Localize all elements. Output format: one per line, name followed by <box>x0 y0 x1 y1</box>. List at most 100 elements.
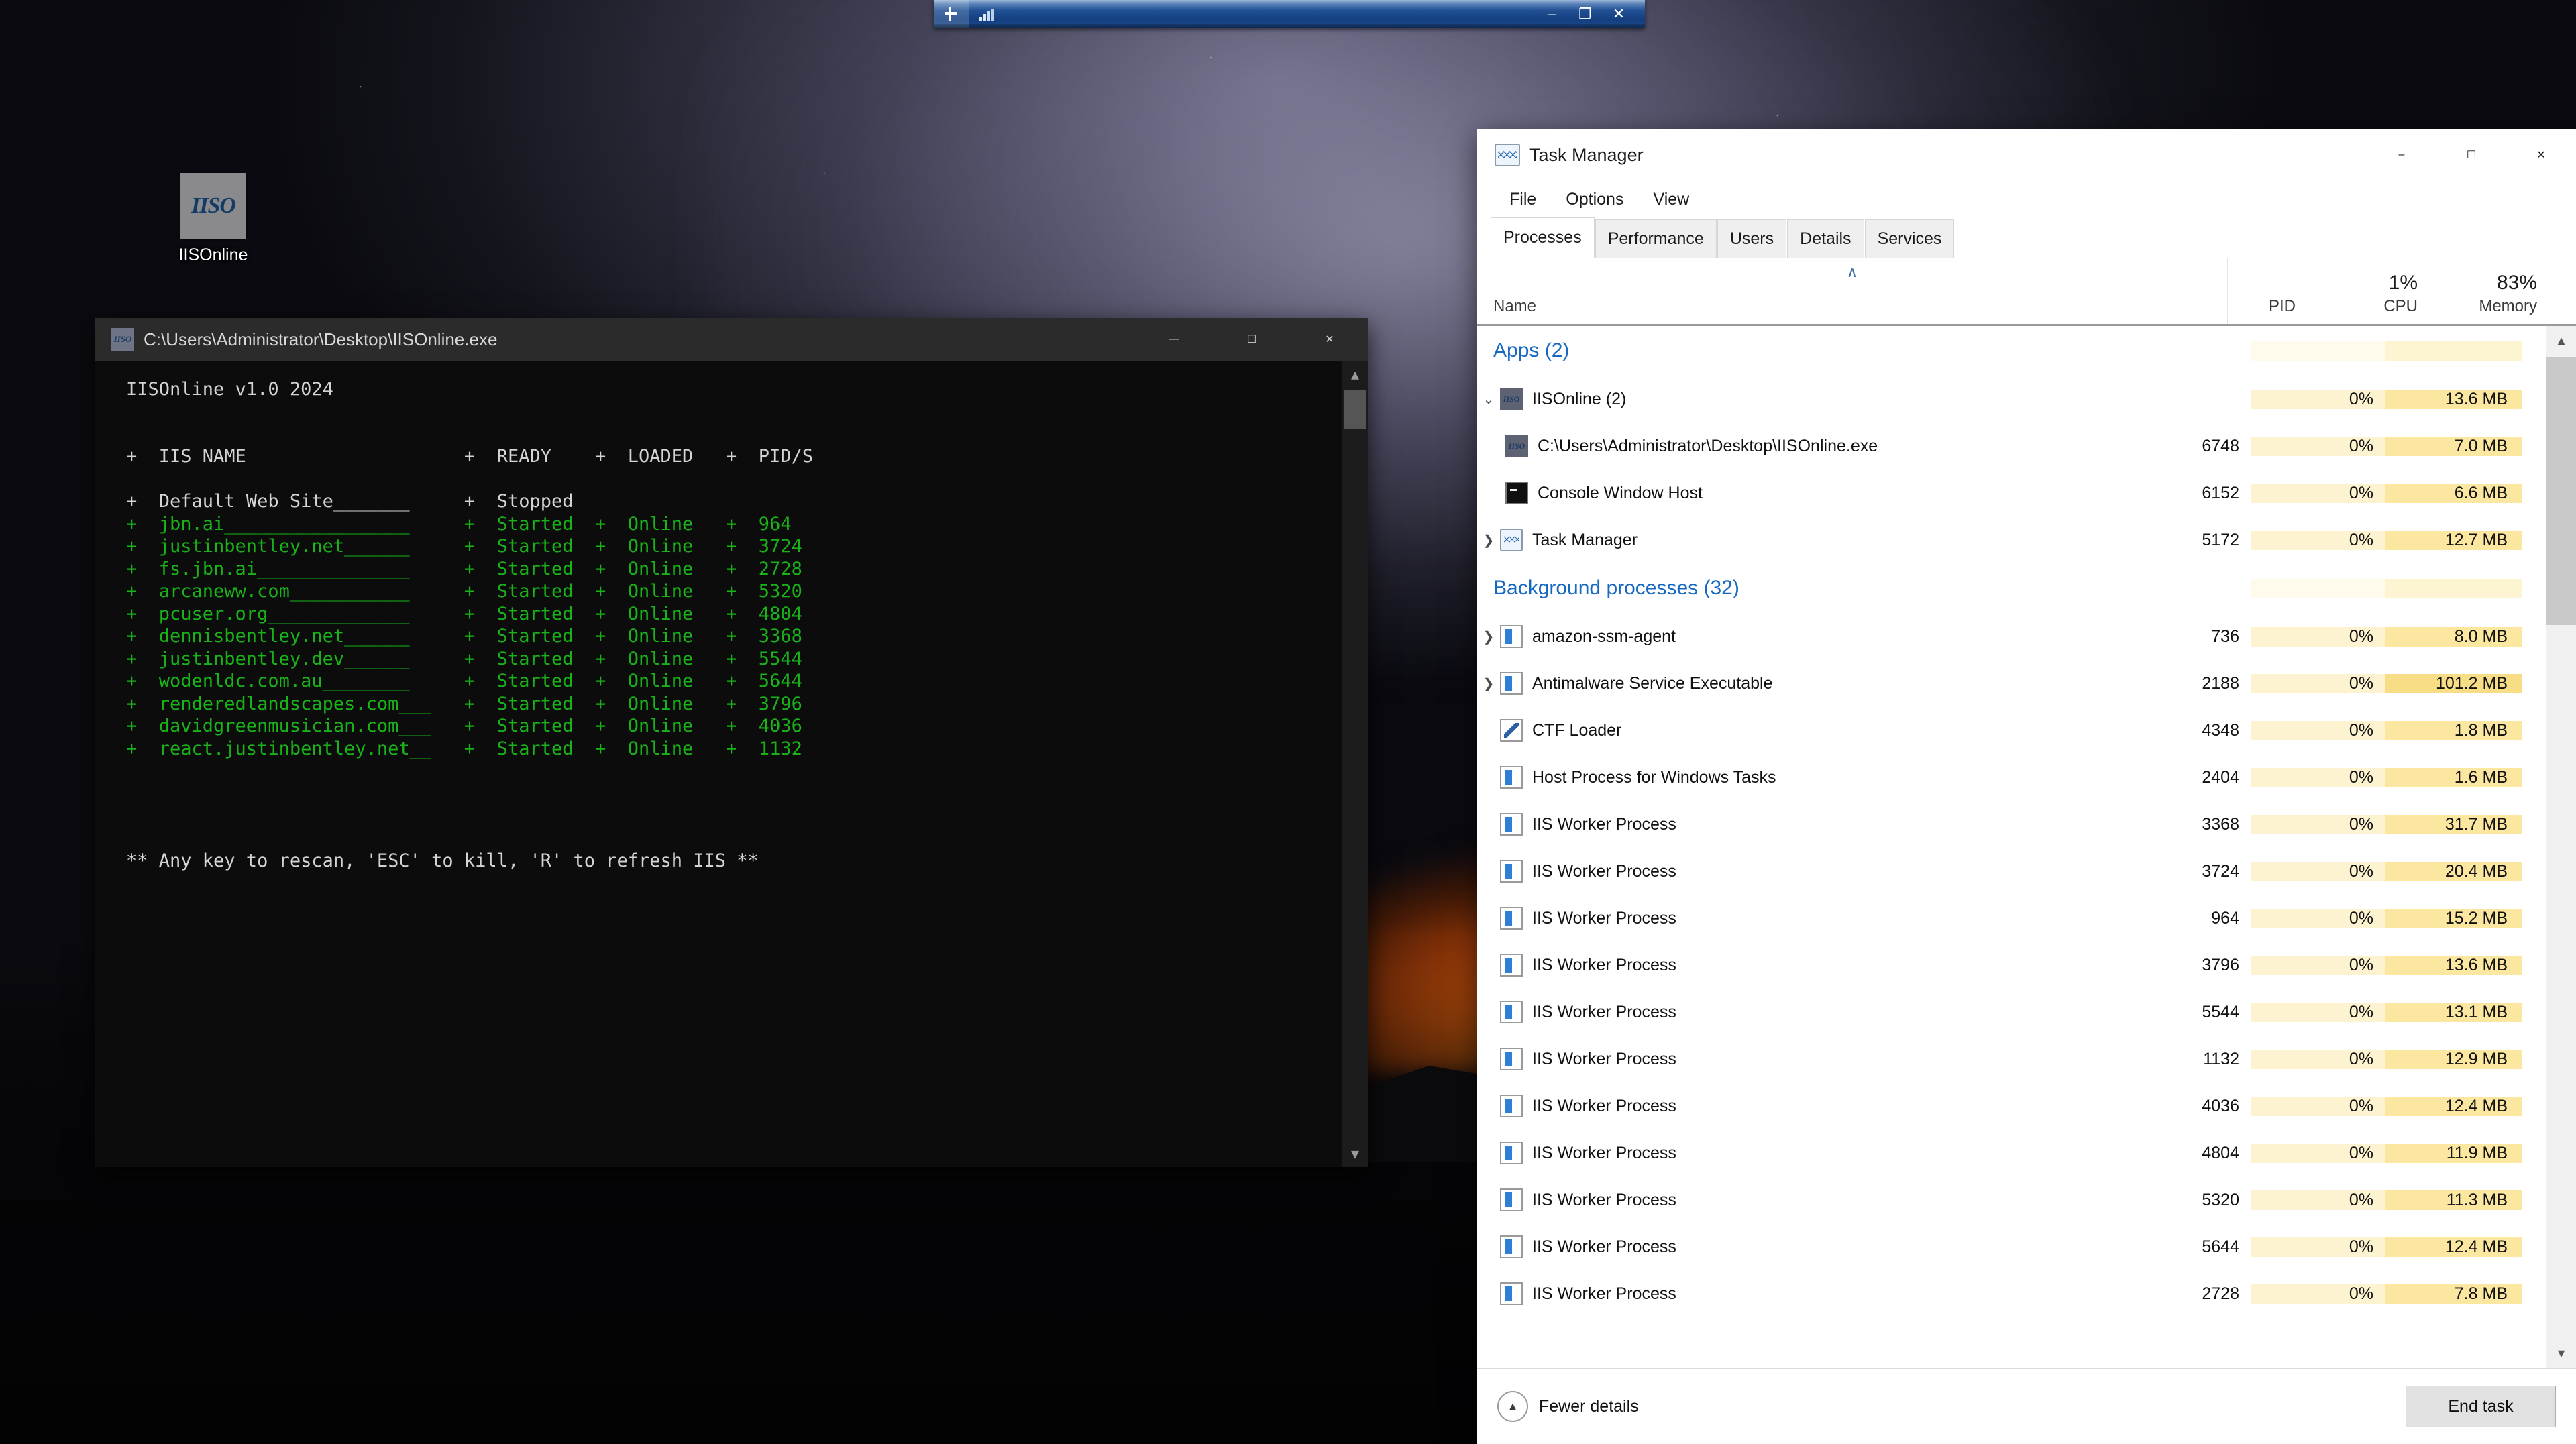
process-name-cell: ⌄ IISO IISOnline (2) <box>1477 388 2159 410</box>
process-row[interactable]: ❯IIS Worker Process 4804 0%11.9 MB <box>1477 1129 2546 1176</box>
process-cpu-cell: 0% <box>2251 908 2385 928</box>
column-header-cpu[interactable]: 1% CPU <box>2308 258 2430 324</box>
console-close-button[interactable]: ✕ <box>1291 318 1368 361</box>
row-pad-cell <box>2522 1190 2546 1210</box>
tab-users[interactable]: Users <box>1717 219 1787 258</box>
column-header-pid-label: PID <box>2268 297 2296 315</box>
process-row[interactable]: IISO C:\Users\Administrator\Desktop\IISOn… <box>1477 423 2546 469</box>
chevron-right-icon[interactable]: ❯ <box>1477 675 1500 692</box>
iisonline-desktop-icon[interactable]: IISO IISOnline <box>153 173 274 265</box>
process-row[interactable]: ❯IIS Worker Process 1132 0%12.9 MB <box>1477 1036 2546 1082</box>
tab-processes[interactable]: Processes <box>1491 217 1595 258</box>
scroll-down-icon[interactable]: ▼ <box>1342 1140 1368 1167</box>
process-row[interactable]: ❯ Task Manager 5172 0% 12.7 MB <box>1477 516 2546 563</box>
process-row[interactable]: ❯Host Process for Windows Tasks 2404 0%1.6… <box>1477 754 2546 801</box>
menu-options[interactable]: Options <box>1551 181 1638 217</box>
process-row[interactable]: ❯CTF Loader 4348 0%1.8 MB <box>1477 707 2546 754</box>
scrollbar-thumb[interactable] <box>2546 357 2576 625</box>
task-manager-footer: ▲ Fewer details End task <box>1477 1368 2576 1444</box>
process-name-label: IIS Worker Process <box>1532 1190 1676 1209</box>
end-task-button[interactable]: End task <box>2406 1386 2556 1427</box>
console-titlebar[interactable]: IISO C:\Users\Administrator\Desktop\IISO… <box>95 318 1368 361</box>
minimize-icon[interactable]: – <box>1536 0 1567 28</box>
menu-file[interactable]: File <box>1495 181 1551 217</box>
process-row[interactable]: ❯IIS Worker Process 964 0%15.2 MB <box>1477 895 2546 942</box>
group-spacer-cell <box>2522 341 2546 361</box>
column-header-pid[interactable]: PID <box>2227 258 2308 324</box>
process-memory-cell: 15.2 MB <box>2385 908 2522 928</box>
console-scrollbar-thumb[interactable] <box>1344 390 1366 429</box>
process-row[interactable]: Console Window Host 6152 0% 6.6 MB <box>1477 469 2546 516</box>
console-minimize-button[interactable]: — <box>1135 318 1213 361</box>
iiso-process-icon: IISO <box>1505 435 1528 457</box>
process-group-header[interactable]: Background processes (32) <box>1477 563 2546 613</box>
pinned-window-titlebar[interactable]: – ❐ ✕ <box>934 0 1645 28</box>
process-memory-cell: 101.2 MB <box>2385 673 2522 693</box>
group-spacer-cell <box>2251 578 2385 598</box>
generic-process-icon <box>1500 1235 1523 1258</box>
console-scrollbar[interactable]: ▲ ▼ <box>1342 361 1368 1167</box>
minimize-button[interactable]: – <box>2367 129 2436 181</box>
console-window[interactable]: IISO C:\Users\Administrator\Desktop\IISO… <box>95 318 1368 1167</box>
process-name-cell: ❯IIS Worker Process <box>1477 907 2159 930</box>
process-list-scrollbar[interactable]: ▲ ▼ <box>2546 326 2576 1368</box>
fewer-details-button[interactable]: ▲ Fewer details <box>1497 1391 1639 1422</box>
chevron-right-icon[interactable]: ❯ <box>1477 532 1500 549</box>
process-row[interactable]: ❯IIS Worker Process 5644 0%12.4 MB <box>1477 1223 2546 1270</box>
scroll-up-icon[interactable]: ▲ <box>1342 361 1368 388</box>
group-spacer-cell <box>2159 579 2251 598</box>
row-pad-cell <box>2522 390 2546 409</box>
process-cpu-cell: 0% <box>2251 1049 2385 1069</box>
close-icon[interactable]: ✕ <box>1603 0 1634 28</box>
restore-icon[interactable]: ❐ <box>1570 0 1601 28</box>
window-title: Task Manager <box>1529 144 1644 165</box>
task-manager-titlebar[interactable]: Task Manager – ☐ ✕ <box>1477 129 2576 181</box>
process-group-header[interactable]: Apps (2) <box>1477 326 2546 376</box>
scroll-down-icon[interactable]: ▼ <box>2546 1339 2576 1368</box>
console-maximize-button[interactable]: ☐ <box>1213 318 1291 361</box>
process-row[interactable]: ❯IIS Worker Process 3368 0%31.7 MB <box>1477 801 2546 848</box>
process-cpu-cell: 0% <box>2251 436 2385 456</box>
process-row[interactable]: ❯IIS Worker Process 5544 0%13.1 MB <box>1477 989 2546 1036</box>
process-row[interactable]: ❯ Antimalware Service Executable 2188 0% 101… <box>1477 660 2546 707</box>
chevron-right-icon[interactable]: ❯ <box>1477 628 1500 645</box>
process-row[interactable]: ❯IIS Worker Process 5320 0%11.3 MB <box>1477 1176 2546 1223</box>
process-name-label: IISOnline (2) <box>1532 389 1627 408</box>
process-name-label: CTF Loader <box>1532 720 1622 740</box>
process-list[interactable]: Apps (2) ⌄ IISO IISOnline (2) 0% 13.6 MB IIS… <box>1477 326 2576 1368</box>
process-row[interactable]: ❯IIS Worker Process 4036 0%12.4 MB <box>1477 1082 2546 1129</box>
process-row[interactable]: ❯ amazon-ssm-agent 736 0% 8.0 MB <box>1477 613 2546 660</box>
tab-details[interactable]: Details <box>1787 219 1864 258</box>
tab-performance[interactable]: Performance <box>1595 219 1717 258</box>
generic-process-icon <box>1500 1142 1523 1164</box>
pin-icon[interactable] <box>934 0 969 28</box>
process-name-label: C:\Users\Administrator\Desktop\IISOnline… <box>1538 436 1878 455</box>
process-pid-cell: 5172 <box>2202 530 2239 549</box>
process-memory-cell: 31.7 MB <box>2385 814 2522 834</box>
signal-bars-icon[interactable] <box>969 0 1004 28</box>
console-line: + justinbentley.dev______ + Started + On… <box>126 648 802 669</box>
row-pad-cell <box>2522 1003 2546 1022</box>
process-row[interactable]: ❯IIS Worker Process 3796 0%13.6 MB <box>1477 942 2546 989</box>
process-cpu-cell: 0% <box>2251 1284 2385 1304</box>
column-header-memory[interactable]: 83% Memory <box>2430 258 2552 324</box>
process-row[interactable]: ❯IIS Worker Process 3724 0%20.4 MB <box>1477 848 2546 895</box>
task-manager-window[interactable]: Task Manager – ☐ ✕ File Options View Pro… <box>1477 129 2576 1444</box>
scroll-up-icon[interactable]: ▲ <box>2546 326 2576 355</box>
console-line: + fs.jbn.ai______________ + Started + On… <box>126 558 802 579</box>
process-row[interactable]: ❯IIS Worker Process 2728 0%7.8 MB <box>1477 1270 2546 1317</box>
process-row[interactable]: ⌄ IISO IISOnline (2) 0% 13.6 MB <box>1477 376 2546 423</box>
menu-view[interactable]: View <box>1638 181 1704 217</box>
maximize-button[interactable]: ☐ <box>2436 129 2506 181</box>
row-pad-cell <box>2522 627 2546 647</box>
row-pad-cell <box>2522 862 2546 881</box>
tab-services[interactable]: Services <box>1864 219 1955 258</box>
memory-total-value: 83% <box>2496 272 2537 294</box>
chevron-down-icon[interactable]: ⌄ <box>1477 391 1500 408</box>
tm-process-icon <box>1500 529 1523 551</box>
console-body[interactable]: IISOnline v1.0 2024 + IIS NAME + READY +… <box>95 361 1368 1167</box>
process-name-cell: ❯IIS Worker Process <box>1477 1048 2159 1070</box>
process-cpu-cell: 0% <box>2251 1002 2385 1022</box>
close-button[interactable]: ✕ <box>2506 129 2576 181</box>
